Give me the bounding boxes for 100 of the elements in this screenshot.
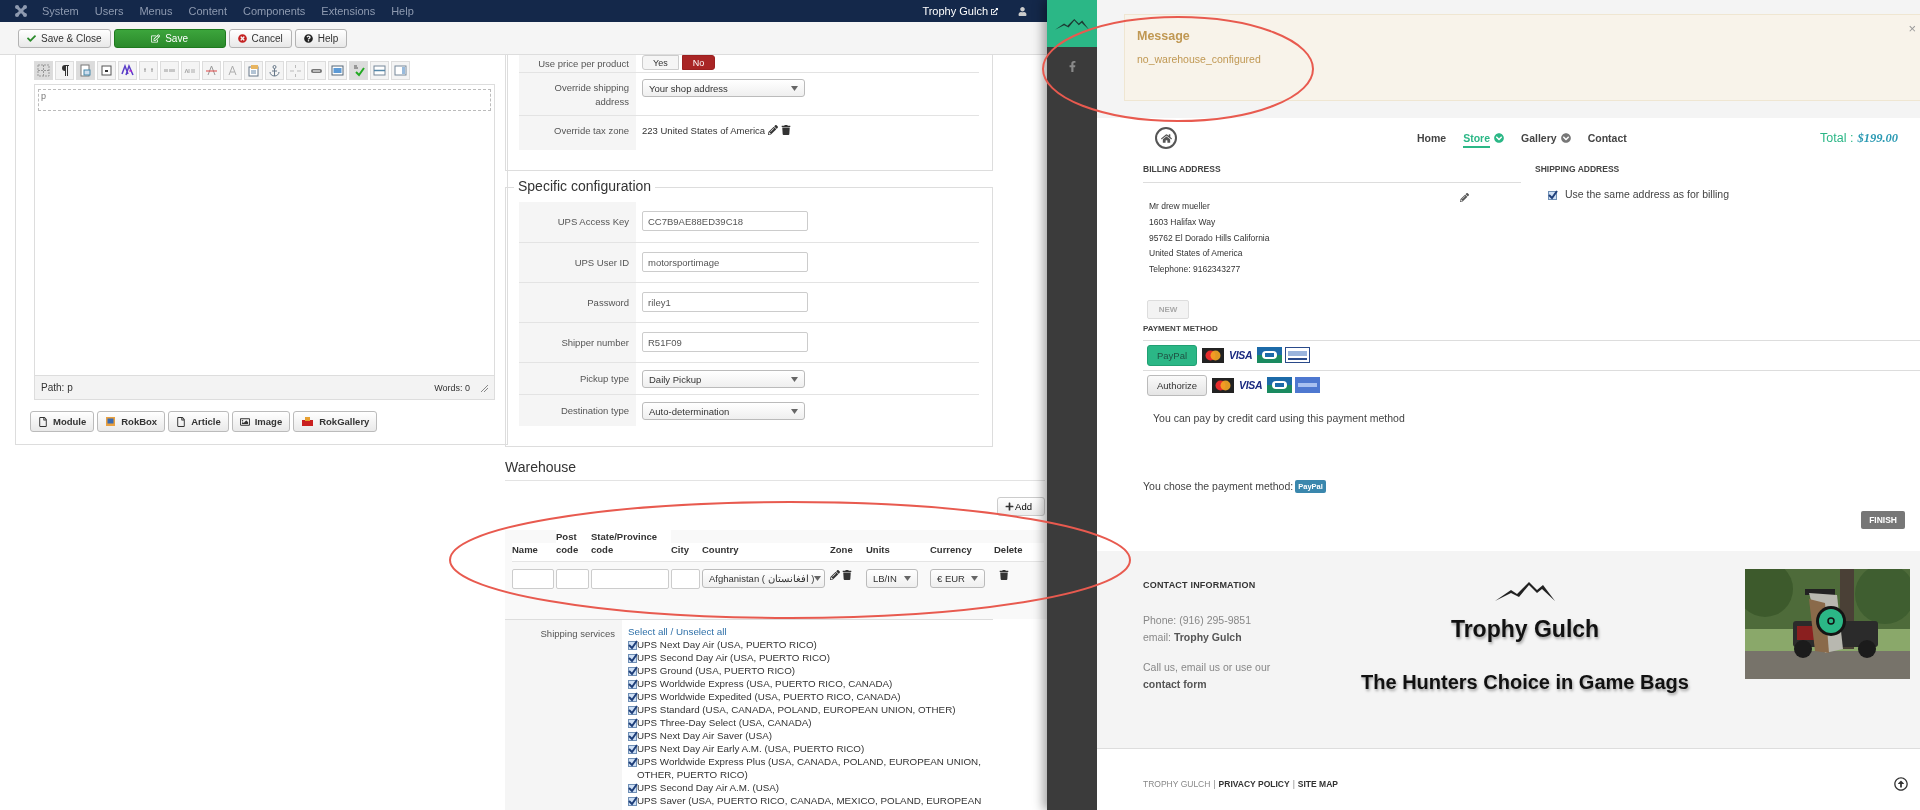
edit-icon[interactable]: [830, 570, 840, 580]
insert-button[interactable]: Article: [168, 411, 229, 432]
checkbox[interactable]: [628, 797, 637, 806]
insert-button[interactable]: Module: [30, 411, 95, 432]
footer-link[interactable]: SITE MAP: [1297, 779, 1338, 789]
field-label: Use price per product: [538, 58, 629, 69]
insert-button[interactable]: RokBox: [97, 411, 166, 432]
payment-method-button[interactable]: Authorize: [1147, 375, 1208, 396]
site-link[interactable]: Trophy Gulch: [922, 5, 988, 17]
cancel-button[interactable]: Cancel: [228, 28, 292, 48]
nav-link[interactable]: Home: [1417, 128, 1447, 148]
text-field[interactable]: CC7B9AE88ED39C18: [642, 211, 808, 231]
select-field[interactable]: Your shop address: [642, 79, 805, 97]
select-all-link[interactable]: Select all: [628, 626, 668, 637]
text-field[interactable]: motorsportimage: [642, 252, 808, 272]
field-label: UPS Access Key: [557, 216, 629, 227]
frame-icon: [100, 63, 113, 77]
menu-item[interactable]: Menus: [139, 5, 173, 17]
edit-icon[interactable]: [768, 125, 779, 135]
column-header: Name: [512, 543, 556, 561]
checkbox[interactable]: [628, 641, 637, 650]
checkbox[interactable]: [628, 745, 637, 754]
toggle-option[interactable]: Yes: [642, 55, 679, 70]
checkbox[interactable]: [628, 758, 637, 767]
save-close-button[interactable]: Save & Close: [18, 28, 111, 48]
insert-button[interactable]: Image: [231, 411, 291, 432]
separator: |: [1213, 779, 1216, 789]
caret-icon: [971, 576, 978, 581]
section-title: Specific configuration: [514, 178, 656, 194]
nav-link[interactable]: Contact: [1587, 128, 1627, 148]
select-field[interactable]: Auto-determination: [642, 402, 805, 420]
text-field[interactable]: [512, 569, 554, 589]
checkbox[interactable]: [628, 706, 637, 715]
field-label: Password: [587, 297, 629, 308]
delete-icon[interactable]: [999, 570, 1009, 580]
editor-area[interactable]: p: [34, 84, 495, 376]
scroll-top-icon[interactable]: [1894, 777, 1908, 791]
cb-card-logo: [1257, 347, 1283, 364]
mountain-logo: [1495, 580, 1555, 602]
home-icon[interactable]: [1155, 127, 1177, 149]
payment-method-button[interactable]: PayPal: [1147, 345, 1198, 366]
text-field[interactable]: [556, 569, 589, 589]
toggle-option[interactable]: No: [681, 55, 716, 70]
edit-icon: [151, 33, 161, 43]
checkbox[interactable]: [628, 654, 637, 663]
menu-item[interactable]: System: [42, 5, 79, 17]
save-button[interactable]: Save: [113, 28, 226, 48]
dropdown-icon[interactable]: [1560, 133, 1571, 143]
select-field[interactable]: Daily Pickup: [642, 370, 805, 388]
dropdown-icon[interactable]: [1494, 133, 1505, 143]
service-label: UPS Second Day Air A.M. (USA): [637, 781, 780, 794]
menu-item[interactable]: Help: [391, 5, 414, 17]
text-field[interactable]: R51F09: [642, 332, 808, 352]
footer-title: CONTACT INFORMATION: [1143, 580, 1257, 590]
units-select[interactable]: LB/IN: [866, 569, 918, 588]
currency-select[interactable]: € EUR: [930, 569, 985, 588]
footer-link[interactable]: PRIVACY POLICY: [1218, 779, 1290, 789]
document-icon: [79, 63, 92, 77]
menu-item[interactable]: Extensions: [321, 5, 376, 17]
checkbox[interactable]: [628, 667, 637, 676]
total-amount: $199.00: [1857, 130, 1898, 146]
contact-form-link[interactable]: contact form: [1143, 676, 1343, 694]
resize-handle[interactable]: [480, 383, 488, 392]
column-header: Post code: [556, 530, 591, 561]
editor-tool-button[interactable]: [55, 60, 74, 80]
checkbox[interactable]: [628, 680, 637, 689]
checkbox-label: Use the same address as for billing: [1565, 188, 1729, 200]
section-title: PAYMENT METHOD: [1143, 324, 1920, 341]
menu-item[interactable]: Users: [94, 5, 124, 17]
menu-item[interactable]: Content: [188, 5, 227, 17]
text-field[interactable]: [591, 569, 669, 589]
menu-item[interactable]: Components: [243, 5, 306, 17]
text-field[interactable]: riley1: [642, 292, 808, 312]
unselect-all-link[interactable]: Unselect all: [675, 626, 727, 637]
text-field[interactable]: [671, 569, 700, 589]
checkbox[interactable]: [628, 719, 637, 728]
help-button[interactable]: Help: [294, 28, 348, 48]
insert-button[interactable]: RokGallery: [293, 411, 378, 432]
image-icon: [331, 63, 344, 77]
country-select[interactable]: Afghanistan ( افغانستان ): [702, 569, 825, 588]
checkbox[interactable]: [1548, 191, 1557, 200]
checkbox[interactable]: [628, 693, 637, 702]
delete-icon[interactable]: [781, 125, 792, 135]
editor-tool-button[interactable]: [118, 60, 137, 80]
address-line: Telephone: 9162343277: [1149, 263, 1241, 277]
cms-logo[interactable]: [14, 4, 28, 18]
user-icon[interactable]: [1018, 6, 1027, 16]
edit-icon[interactable]: [1460, 193, 1469, 204]
logo-tile[interactable]: [1047, 0, 1097, 47]
checkbox[interactable]: [628, 784, 637, 793]
nav-link[interactable]: Gallery: [1521, 128, 1557, 148]
delete-icon[interactable]: [842, 570, 852, 580]
service-label: UPS Ground (USA, PUERTO RICO): [637, 664, 796, 677]
gallery-icon: [301, 416, 315, 427]
help-icon: [303, 33, 313, 43]
add-button[interactable]: Add: [997, 497, 1045, 516]
field-label: Override shipping address: [554, 82, 629, 107]
finish-button[interactable]: FINISH: [1861, 511, 1905, 529]
checkbox[interactable]: [628, 732, 637, 741]
word-count: Words: 0: [434, 382, 470, 393]
